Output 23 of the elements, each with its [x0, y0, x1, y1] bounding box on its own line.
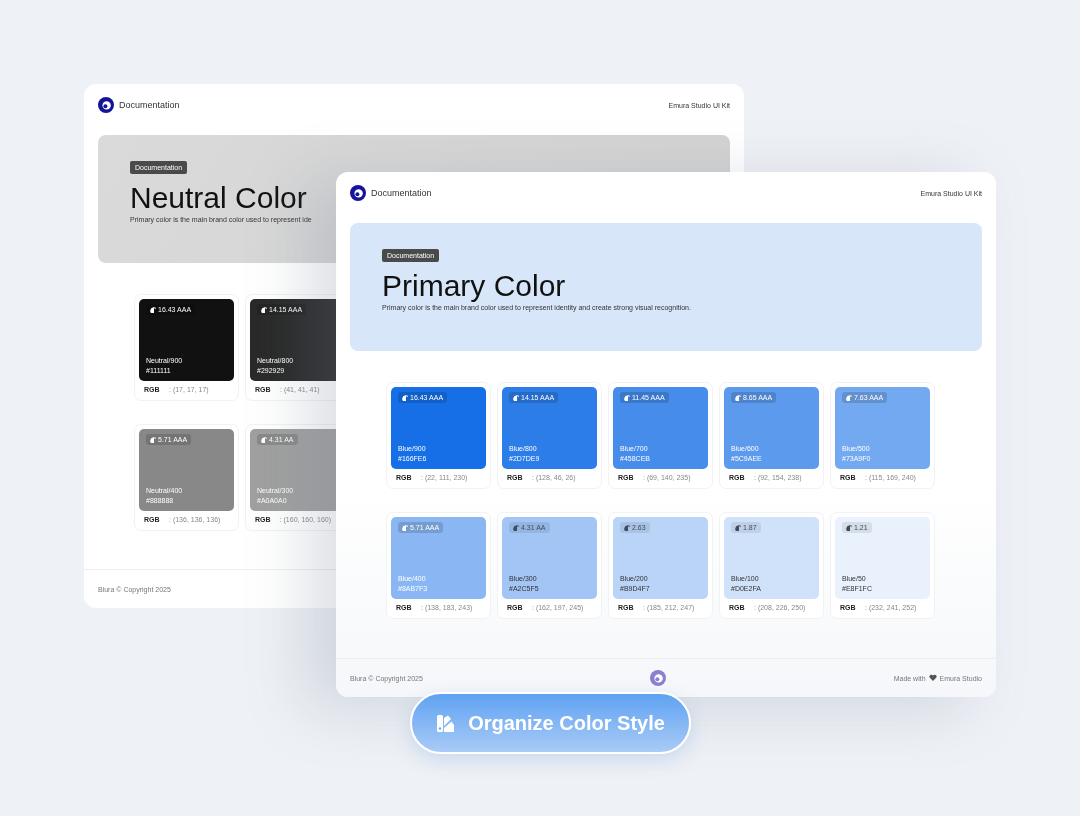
- contrast-icon: [846, 394, 852, 401]
- contrast-icon: [150, 436, 156, 443]
- logo-icon: [650, 670, 667, 686]
- contrast-icon: [735, 394, 741, 401]
- heart-icon: [928, 674, 937, 682]
- contrast-icon: [150, 306, 156, 313]
- brand-name[interactable]: Documentation: [371, 188, 432, 198]
- brand-name[interactable]: Documentation: [119, 100, 180, 110]
- page-title: Neutral Color: [130, 182, 307, 214]
- swatch-fan-icon: [436, 712, 457, 734]
- contrast-icon: [513, 524, 519, 531]
- contrast-icon: [261, 306, 267, 313]
- contrast-icon: [402, 524, 408, 531]
- contrast-icon: [402, 394, 408, 401]
- contrast-icon: [624, 524, 630, 531]
- contrast-icon: [735, 524, 741, 531]
- contrast-icon: [624, 394, 630, 401]
- contrast-icon: [261, 436, 267, 443]
- contrast-icon: [513, 394, 519, 401]
- contrast-icon: [846, 524, 852, 531]
- page-title: Primary Color: [382, 270, 566, 302]
- logo-icon: [98, 97, 114, 113]
- logo-icon: [350, 185, 366, 201]
